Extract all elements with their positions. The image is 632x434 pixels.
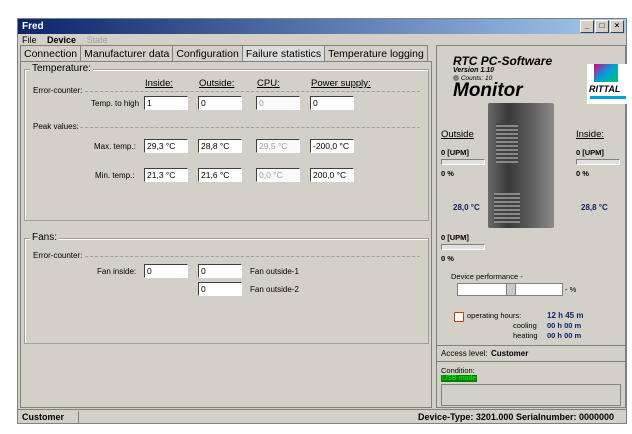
device-performance-label: Device performance - [451, 272, 523, 281]
divider [75, 127, 420, 128]
device-vents-lower [494, 193, 520, 223]
device-image [488, 103, 554, 228]
fans-error-counter-label: Error-counter: [33, 251, 83, 260]
product-title: RTC PC-Software [453, 54, 553, 68]
operating-hours-label: operating hours: [467, 311, 522, 320]
tab-bar: Connection Manufacturer data Configurati… [20, 45, 428, 62]
tab-connection[interactable]: Connection [20, 45, 82, 62]
heating-value: 00 h 00 m [547, 331, 582, 340]
divider [85, 91, 420, 92]
power-supply-max-temp-field[interactable]: -200,0 °C [310, 139, 354, 153]
inside-header: Inside: [576, 129, 604, 140]
divider [437, 345, 625, 346]
outside-min-temp-field[interactable]: 21,6 °C [198, 168, 242, 182]
access-level-label: Access level: [441, 349, 488, 358]
title-bar: Fred _ □ × [18, 19, 626, 34]
rittal-logo-mark [594, 64, 618, 82]
slider-thumb[interactable] [506, 284, 516, 295]
access-level-value: Customer [491, 349, 529, 358]
minimize-button[interactable]: _ [580, 20, 594, 33]
device-performance-slider[interactable] [457, 283, 563, 296]
fan-inside-label: Fan inside: [97, 267, 137, 276]
status-bar: Customer Device-Type: 3201.000 Serialnum… [18, 409, 626, 424]
col-cpu-header: CPU: [257, 78, 280, 89]
outside-fan-upm: 0 [UPM] [441, 148, 469, 157]
outside-max-temp-field[interactable]: 28,8 °C [198, 139, 242, 153]
tab-failure-statistics[interactable]: Failure statistics [241, 45, 326, 62]
temperature-group: Temperature: Error-counter: Inside: Outs… [24, 63, 429, 221]
inside-fan-bar [576, 159, 620, 165]
tab-configuration[interactable]: Configuration [172, 45, 243, 62]
peak-values-label: Peak values: [33, 122, 79, 131]
col-outside-header: Outside: [199, 78, 235, 89]
min-temp-label: Min. temp.: [95, 171, 135, 180]
temp-error-counter-label: Error-counter: [33, 86, 83, 95]
outside-header: Outside [441, 129, 474, 140]
status-separator [78, 411, 79, 423]
device-performance-dash: - [520, 272, 523, 281]
lower-fan-pct: 0 % [441, 254, 454, 263]
cooling-label: cooling [513, 321, 537, 330]
col-power-supply-header: Power supply: [311, 78, 371, 89]
cooling-value: 00 h 00 m [547, 321, 582, 330]
divider [437, 361, 625, 362]
monitor-title: Monitor [453, 80, 523, 101]
outside-temp-to-high-field[interactable]: 0 [198, 96, 242, 110]
fan-inside-field[interactable]: 0 [144, 264, 188, 278]
main-window: Fred _ □ × File Device State Connection … [17, 18, 629, 424]
outside-fan-pct: 0 % [441, 169, 454, 178]
rittal-logo-text: RITTAL [589, 84, 621, 94]
inside-temp-value: 28,8 °C [581, 203, 608, 212]
inside-temp-to-high-field[interactable]: 1 [144, 96, 188, 110]
col-inside-header: Inside: [145, 78, 173, 89]
maximize-button[interactable]: □ [595, 20, 609, 33]
condition-box [441, 384, 621, 406]
fans-group: Fans: Error-counter: Fan inside: 0 0 Fan… [24, 232, 429, 344]
status-user: Customer [22, 412, 65, 422]
condition-badge: USB-mode [441, 375, 478, 382]
outside-temp-value: 28,0 °C [453, 203, 480, 212]
condition-label: Condition: [441, 366, 475, 375]
inside-max-temp-field[interactable]: 29,3 °C [144, 139, 188, 153]
tab-temperature-logging[interactable]: Temperature logging [324, 45, 428, 62]
window-buttons: _ □ × [580, 20, 624, 33]
fan-outside-2-label: Fan outside-2 [250, 285, 299, 294]
power-supply-min-temp-field[interactable]: 200,0 °C [310, 168, 354, 182]
menu-device[interactable]: Device [47, 35, 76, 45]
menu-file[interactable]: File [22, 35, 37, 45]
fans-group-label: Fans: [30, 232, 60, 243]
device-vents [496, 123, 518, 163]
inside-fan-upm: 0 [UPM] [576, 148, 604, 157]
cpu-max-temp-field: 29,5 °C [256, 139, 300, 153]
rittal-logo: RITTAL [587, 64, 629, 104]
lower-fan-upm: 0 [UPM] [441, 233, 469, 242]
tab-manufacturer-data[interactable]: Manufacturer data [80, 45, 174, 62]
inside-min-temp-field[interactable]: 21,3 °C [144, 168, 188, 182]
status-device-info: Device-Type: 3201.000 Serialnumber: 0000… [418, 412, 614, 422]
fan-outside-1-label: Fan outside-1 [250, 267, 299, 276]
window-title: Fred [22, 21, 44, 32]
temperature-group-label: Temperature: [30, 63, 93, 74]
operating-hours-value: 12 h 45 m [547, 311, 584, 320]
inside-fan-pct: 0 % [576, 169, 589, 178]
heating-label: heating [513, 331, 538, 340]
menu-state[interactable]: State [87, 35, 108, 45]
device-performance-text: Device performance [451, 272, 519, 281]
power-supply-temp-to-high-field[interactable]: 0 [310, 96, 354, 110]
rittal-logo-bar [590, 96, 626, 99]
version-label: Version 1.10 [453, 67, 494, 74]
cpu-temp-to-high-field: 0 [256, 96, 300, 110]
max-temp-label: Max. temp.: [94, 142, 136, 151]
fan-outside-1-field[interactable]: 0 [198, 264, 242, 278]
device-performance-unit: - % [565, 285, 577, 294]
temp-to-high-label: Temp. to high [91, 99, 140, 108]
cpu-min-temp-field: 0,0 °C [256, 168, 300, 182]
clock-icon [454, 312, 464, 322]
fan-outside-2-field[interactable]: 0 [198, 282, 242, 296]
lower-fan-bar [441, 244, 485, 250]
close-button[interactable]: × [610, 20, 624, 33]
failure-statistics-panel: Temperature: Error-counter: Inside: Outs… [20, 61, 432, 408]
outside-fan-bar [441, 159, 485, 165]
divider [85, 256, 420, 257]
